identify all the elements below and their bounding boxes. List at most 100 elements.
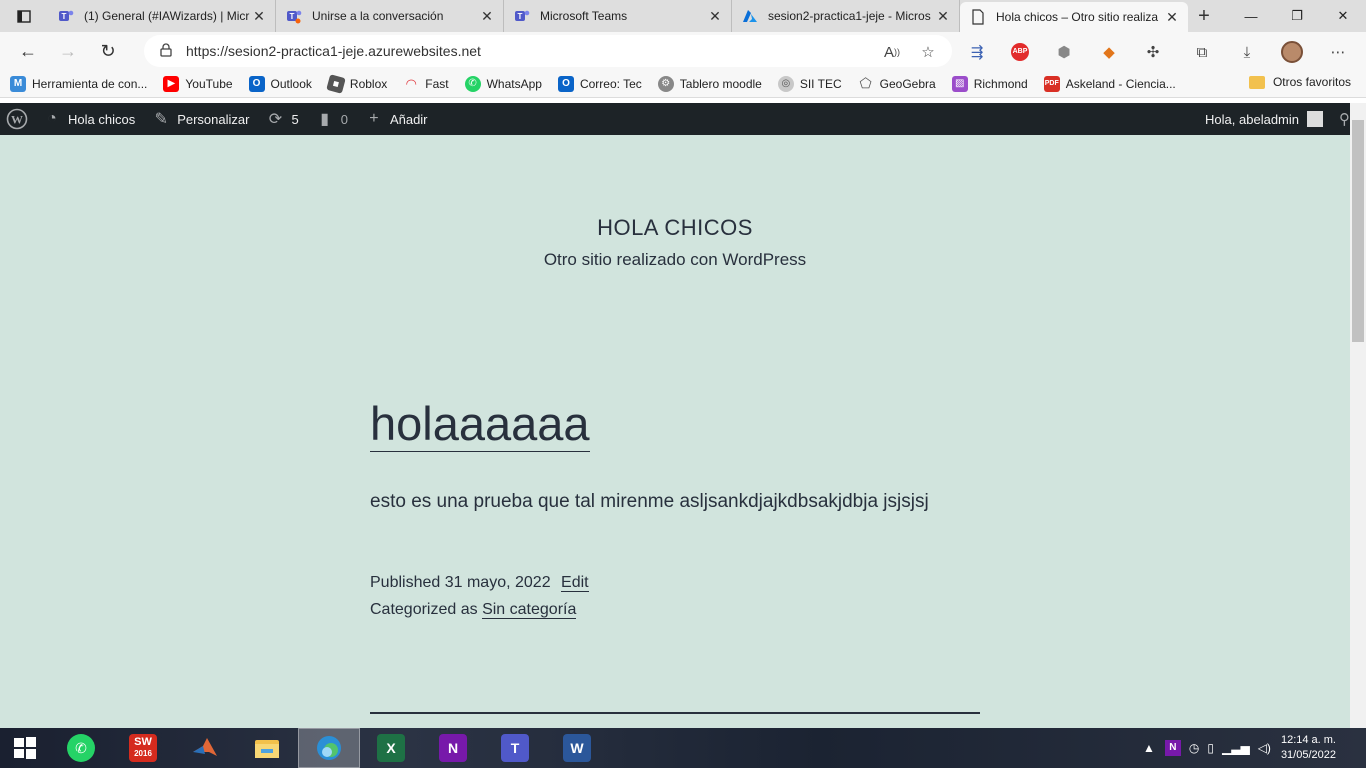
forward-button[interactable]: → <box>48 35 88 67</box>
taskbar-edge[interactable] <box>298 728 360 768</box>
metamask-icon[interactable]: ◆ <box>1097 40 1121 64</box>
bookmark-label: Tablero moodle <box>679 76 762 91</box>
tab-unirse[interactable]: T Unirse a la conversación ✕ <box>276 0 504 32</box>
bookmark-outlook[interactable]: O Outlook <box>248 75 312 92</box>
extensions-puzzle-icon[interactable]: ✣ <box>1141 40 1165 64</box>
site-description: Otro sitio realizado con WordPress <box>543 250 807 269</box>
restore-button[interactable]: ❐ <box>1274 0 1320 32</box>
other-favorites[interactable]: Otros favoritos <box>1248 75 1351 89</box>
downloads-icon[interactable]: ⤓ <box>1235 40 1259 64</box>
svg-text:T: T <box>518 12 523 21</box>
teams-icon: T <box>501 734 529 762</box>
wordpress-logo[interactable]: W <box>6 108 28 130</box>
wifi-signal-icon[interactable]: ▁▃▅ <box>1222 741 1250 755</box>
share-arrow-icon[interactable]: ⇶ <box>965 40 989 64</box>
site-name-label: Hola chicos <box>68 111 136 127</box>
minimize-button[interactable]: — <box>1228 0 1274 32</box>
clock-tray-icon[interactable]: ◷ <box>1189 741 1199 755</box>
read-aloud-icon[interactable]: A)) <box>880 40 904 64</box>
bookmark-herramienta[interactable]: M Herramienta de con... <box>10 75 148 92</box>
bookmark-sii-tec[interactable]: ◎ SII TEC <box>777 75 842 92</box>
post-title[interactable]: holaaaaaa <box>370 397 590 452</box>
tab-actions-button[interactable] <box>0 0 48 32</box>
tab-hola-chicos[interactable]: Hola chicos – Otro sitio realiza ✕ <box>960 2 1188 32</box>
roblox-icon: ■ <box>326 73 346 94</box>
bookmark-label: SII TEC <box>799 76 842 91</box>
battery-icon[interactable]: ▯ <box>1207 741 1214 755</box>
svg-text:W: W <box>11 113 23 127</box>
new-tab-button[interactable]: + <box>1188 0 1220 32</box>
taskbar-onenote[interactable]: N <box>422 728 484 768</box>
taskbar-word[interactable]: W <box>546 728 608 768</box>
volume-icon[interactable]: ◁) <box>1258 741 1271 755</box>
tab-azure[interactable]: sesion2-practica1-jeje - Micros ✕ <box>732 0 960 32</box>
bookmark-label: Fast <box>425 76 449 91</box>
post-published: Published 31 mayo, 2022 Edit <box>370 574 589 592</box>
taskbar-whatsapp[interactable]: ✆ <box>50 728 112 768</box>
clock-time: 12:14 a. m. <box>1280 734 1336 746</box>
close-icon[interactable]: ✕ <box>251 8 267 25</box>
edit-link[interactable]: Edit <box>561 574 589 592</box>
close-icon[interactable]: ✕ <box>707 8 723 25</box>
tab-strip: T (1) General (#IAWizards) | Micr ✕ T Un… <box>0 0 1366 32</box>
updates-count: 5 <box>291 111 299 127</box>
wp-updates[interactable]: ⟳ 5 <box>265 109 299 129</box>
onenote-tray-icon[interactable]: N <box>1164 740 1181 756</box>
close-icon[interactable]: ✕ <box>935 8 951 25</box>
profile-avatar[interactable] <box>1280 40 1304 64</box>
search-icon[interactable]: ⚲ <box>1339 110 1350 128</box>
site-title[interactable]: HOLA CHICOS <box>0 215 1350 241</box>
start-button[interactable] <box>0 728 50 768</box>
wp-admin-bar: W ◔ Hola chicos ✎ Personalizar ⟳ 5 ▮ 0 +… <box>0 103 1350 135</box>
post-body: esto es una prueba que tal mirenme asljs… <box>370 491 929 512</box>
wp-comments[interactable]: ▮ 0 <box>315 109 348 129</box>
category-link[interactable]: Sin categoría <box>482 601 577 619</box>
adblock-extension-icon[interactable]: ABP <box>1008 40 1032 64</box>
refresh-button[interactable]: ↻ <box>88 35 128 67</box>
taskbar-solidworks[interactable]: SW 2016 <box>112 728 174 768</box>
wp-account[interactable]: Hola, abeladmin ⚲ <box>1205 103 1350 135</box>
bookmark-moodle[interactable]: ⚙ Tablero moodle <box>657 75 762 92</box>
bookmark-correo-tec[interactable]: O Correo: Tec <box>557 75 642 92</box>
close-icon[interactable]: ✕ <box>479 8 495 25</box>
tab-title: Unirse a la conversación <box>312 9 444 23</box>
address-bar[interactable]: https://sesion2-practica1-jeje.azurewebs… <box>144 35 952 67</box>
taskbar-excel[interactable]: X <box>360 728 422 768</box>
wp-add-new[interactable]: + Añadir <box>364 109 427 129</box>
bookmark-youtube[interactable]: ▶ YouTube <box>163 75 233 92</box>
outlook-icon: O <box>557 75 574 92</box>
close-window-button[interactable]: ✕ <box>1320 0 1366 32</box>
wp-customize[interactable]: ✎ Personalizar <box>151 109 250 129</box>
taskbar-file-explorer[interactable] <box>236 728 298 768</box>
tab-title: sesion2-practica1-jeje - Micros <box>768 9 931 23</box>
adblock-label: ABP <box>1011 43 1029 61</box>
add-favorite-icon[interactable]: ☆ <box>916 40 940 64</box>
bookmark-whatsapp[interactable]: ✆ WhatsApp <box>464 75 542 92</box>
bookmark-askeland[interactable]: PDF Askeland - Ciencia... <box>1043 75 1176 92</box>
wp-site-name[interactable]: ◔ Hola chicos <box>42 109 135 129</box>
tab-teams-general[interactable]: T (1) General (#IAWizards) | Micr ✕ <box>48 0 276 32</box>
bookmark-geogebra[interactable]: ⬠ GeoGebra <box>858 75 936 92</box>
post-date: 31 mayo, 2022 <box>444 574 551 591</box>
bookmark-label: Outlook <box>270 76 312 91</box>
scrollbar-thumb[interactable] <box>1352 120 1364 342</box>
taskbar-teams[interactable]: T <box>484 728 546 768</box>
back-button[interactable]: ← <box>8 35 48 67</box>
taskbar-clock[interactable]: 12:14 a. m. 31/05/2022 <box>1281 733 1336 763</box>
close-icon[interactable]: ✕ <box>1164 9 1180 26</box>
tab-microsoft-teams[interactable]: T Microsoft Teams ✕ <box>504 0 732 32</box>
bookmark-fast[interactable]: ◠ Fast <box>403 76 448 92</box>
collections-icon[interactable]: ⧉ <box>1190 40 1214 64</box>
taskbar-matlab[interactable] <box>174 728 236 768</box>
tab-title: (1) General (#IAWizards) | Micr <box>84 9 250 23</box>
chevron-up-icon[interactable]: ▲ <box>1143 741 1155 755</box>
restore-icon: ❐ <box>1291 8 1303 23</box>
solidworks-year: 2016 <box>134 749 152 758</box>
bookmark-richmond[interactable]: ▨ Richmond <box>951 75 1028 92</box>
bookmark-roblox[interactable]: ■ Roblox <box>326 73 387 94</box>
comments-count: 0 <box>340 111 348 127</box>
bookmark-label: Herramienta de con... <box>32 76 148 91</box>
page-icon <box>970 9 986 25</box>
extension-icon[interactable]: ⬢ <box>1052 40 1076 64</box>
more-menu-icon[interactable]: ⋯ <box>1326 40 1350 64</box>
